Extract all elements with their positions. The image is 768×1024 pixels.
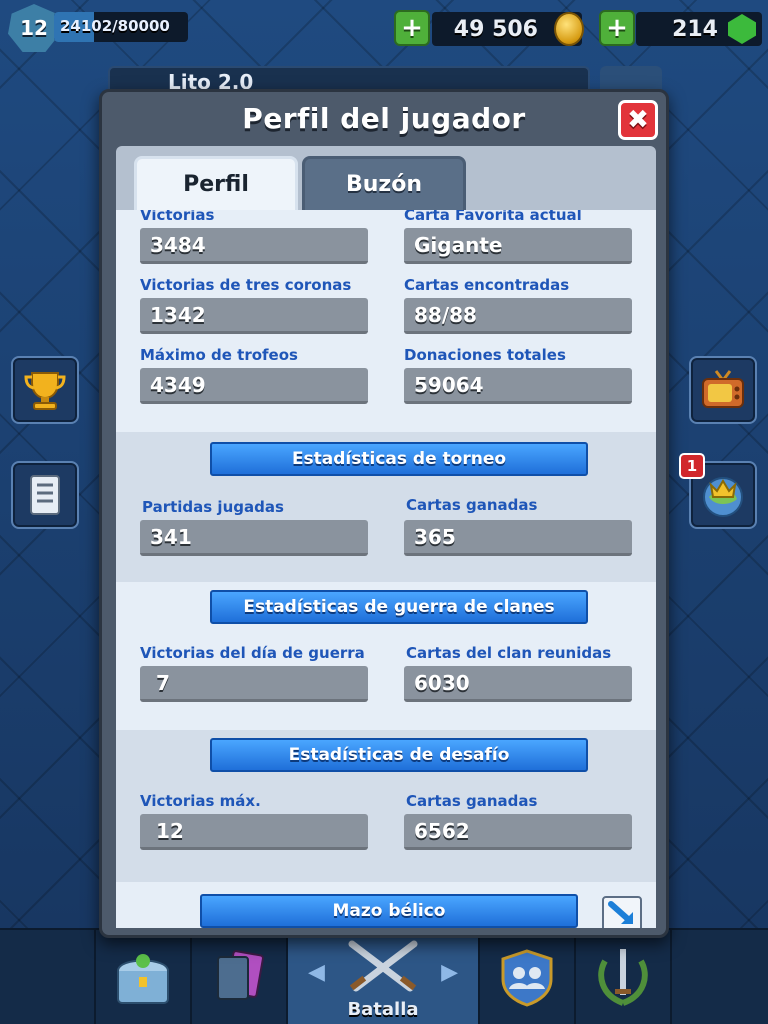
laurel-sword-icon <box>598 949 648 1006</box>
nav-blank-left <box>0 930 96 1024</box>
tab-bar: Perfil Buzón <box>116 146 656 210</box>
nav-cards[interactable] <box>192 930 288 1024</box>
favorite-card-label: Carta Favorita actual <box>404 210 582 224</box>
clan-cards-collected-label: Cartas del clan reunidas <box>406 644 612 662</box>
notification-badge: 1 <box>679 453 705 479</box>
level-number: 12 <box>20 16 48 40</box>
nav-tournaments[interactable] <box>576 930 672 1024</box>
modal-title: Perfil del jugador <box>242 102 526 135</box>
battle-log-button[interactable] <box>11 461 79 529</box>
total-donations-value: 59064 <box>404 368 632 404</box>
nav-blank-right <box>672 930 768 1024</box>
war-day-wins-label: Victorias del día de guerra <box>140 644 365 662</box>
tab-inbox[interactable]: Buzón <box>302 156 466 210</box>
war-deck-section: Mazo bélico <box>116 882 656 928</box>
three-crown-wins-label: Victorias de tres coronas <box>140 276 352 294</box>
gold-amount: 49 506 <box>453 16 538 42</box>
wins-value: 3484 <box>140 228 368 264</box>
challenge-max-wins-label: Victorias máx. <box>140 792 261 810</box>
world-crown-icon <box>703 477 743 517</box>
xp-bar: 24102/80000 <box>54 12 188 42</box>
tv-royale-button[interactable] <box>689 356 757 424</box>
nav-right-arrow-icon[interactable]: ▶ <box>441 960 458 985</box>
favorite-card-value: Gigante <box>404 228 632 264</box>
clan-war-stats-ribbon: Estadísticas de guerra de clanes <box>210 590 588 624</box>
challenge-cards-won-value: 6562 <box>404 814 632 850</box>
add-gold-button[interactable]: + <box>394 10 430 46</box>
gem-amount: 214 <box>672 16 718 42</box>
xp-text: 24102/80000 <box>60 17 170 35</box>
challenge-cards-won-label: Cartas ganadas <box>406 792 538 810</box>
profile-content[interactable]: Victorias 3484 Carta Favorita actual Gig… <box>116 210 656 928</box>
nav-battle[interactable]: ◀ ▶ Batalla <box>288 930 480 1024</box>
tournament-played-value: 341 <box>140 520 368 556</box>
challenge-max-wins-value: 12 <box>140 814 368 850</box>
nav-clan[interactable] <box>480 930 576 1024</box>
cards-found-label: Cartas encontradas <box>404 276 570 294</box>
close-button[interactable]: ✖ <box>618 100 658 140</box>
clan-war-section: Estadísticas de guerra de clanes Victori… <box>116 582 656 730</box>
wins-label: Victorias <box>140 210 215 224</box>
clan-cards-collected-value: 6030 <box>404 666 632 702</box>
nav-battle-label: Batalla <box>347 999 419 1020</box>
war-deck-ribbon: Mazo bélico <box>200 894 578 928</box>
cards-icon <box>217 950 264 1000</box>
tournament-cards-won-label: Cartas ganadas <box>406 496 538 514</box>
trophy-road-button[interactable] <box>11 356 79 424</box>
challenge-stats-ribbon: Estadísticas de desafío <box>210 738 588 772</box>
challenge-section: Estadísticas de desafío Victorias máx. 1… <box>116 730 656 882</box>
three-crown-wins-value: 1342 <box>140 298 368 334</box>
max-trophies-label: Máximo de trofeos <box>140 346 298 364</box>
trophy-icon <box>24 372 66 410</box>
tv-icon <box>702 370 744 408</box>
bottom-nav: ◀ ▶ Batalla <box>0 928 768 1024</box>
clan-shield-icon <box>501 949 553 1007</box>
add-gems-button[interactable]: + <box>599 10 635 46</box>
copy-deck-icon[interactable] <box>602 896 642 928</box>
nav-left-arrow-icon[interactable]: ◀ <box>308 960 325 985</box>
war-day-wins-value: 7 <box>140 666 368 702</box>
tournament-section: Estadísticas de torneo Partidas jugadas … <box>116 432 656 582</box>
max-trophies-value: 4349 <box>140 368 368 404</box>
crossed-swords-icon <box>348 940 418 992</box>
scroll-icon <box>30 475 60 515</box>
nav-shop[interactable] <box>96 930 192 1024</box>
player-profile-modal: Perfil del jugador ✖ Perfil Buzón Victor… <box>99 89 669 938</box>
shop-chest-icon <box>117 954 169 1004</box>
level-badge: 12 <box>8 4 60 52</box>
gold-coin-icon <box>554 12 584 46</box>
tournament-cards-won-value: 365 <box>404 520 632 556</box>
tournament-played-label: Partidas jugadas <box>142 498 284 516</box>
total-donations-label: Donaciones totales <box>404 346 566 364</box>
arrow-icon <box>608 901 633 924</box>
tab-profile[interactable]: Perfil <box>134 156 298 210</box>
cards-found-value: 88/88 <box>404 298 632 334</box>
general-stats-section: Victorias 3484 Carta Favorita actual Gig… <box>116 210 656 432</box>
tournament-stats-ribbon: Estadísticas de torneo <box>210 442 588 476</box>
